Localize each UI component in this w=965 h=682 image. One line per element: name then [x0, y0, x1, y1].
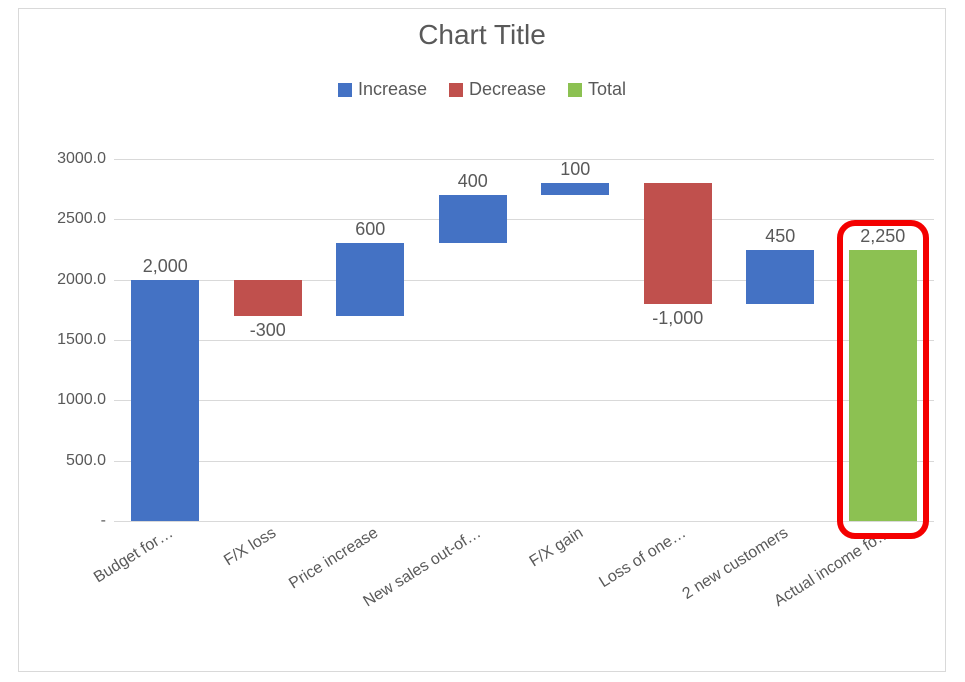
legend-label: Decrease [469, 79, 546, 100]
y-tick-label: 2000.0 [26, 271, 114, 289]
y-tick-label: 3000.0 [26, 150, 114, 168]
waterfall-column: -300F/X loss [234, 159, 302, 521]
legend-swatch-increase [338, 83, 352, 97]
waterfall-column: -1,000Loss of one… [644, 159, 712, 521]
chart-frame: Chart Title Increase Decrease Total -500… [18, 8, 946, 672]
bar-increase [541, 183, 609, 195]
bar-value-label: -300 [250, 320, 286, 341]
x-tick-label: F/X loss [221, 524, 280, 570]
y-tick-label: 2500.0 [26, 210, 114, 228]
bar-value-label: 600 [355, 219, 385, 240]
plot-area: -500.01000.01500.02000.02500.03000.02,00… [114, 159, 934, 522]
x-tick-label: Budget for… [91, 524, 177, 587]
x-tick-label: F/X gain [527, 524, 587, 571]
bar-increase [131, 280, 199, 521]
legend-item-decrease: Decrease [449, 79, 546, 100]
annotation-highlight-box [837, 220, 929, 540]
x-tick-label: Loss of one… [596, 524, 689, 592]
waterfall-column: 2,000Budget for… [131, 159, 199, 521]
y-tick-label: 500.0 [26, 452, 114, 470]
legend-label: Total [588, 79, 626, 100]
bar-value-label: -1,000 [652, 308, 703, 329]
bar-increase [336, 243, 404, 315]
legend-swatch-total [568, 83, 582, 97]
y-tick-label: 1000.0 [26, 391, 114, 409]
legend-label: Increase [358, 79, 427, 100]
legend-swatch-decrease [449, 83, 463, 97]
bar-decrease [644, 183, 712, 304]
bar-value-label: 100 [560, 159, 590, 180]
bar-increase [439, 195, 507, 243]
bar-decrease [234, 280, 302, 316]
chart-title: Chart Title [19, 19, 945, 51]
legend-item-increase: Increase [338, 79, 427, 100]
waterfall-column: 100F/X gain [541, 159, 609, 521]
y-tick-label: - [26, 512, 114, 530]
waterfall-column: 4502 new customers [746, 159, 814, 521]
bar-value-label: 400 [458, 171, 488, 192]
bar-value-label: 450 [765, 226, 795, 247]
x-tick-label: Price increase [286, 524, 382, 593]
bar-increase [746, 250, 814, 304]
gridline [114, 521, 934, 522]
waterfall-column: 400New sales out-of… [439, 159, 507, 521]
waterfall-column: 600Price increase [336, 159, 404, 521]
legend-item-total: Total [568, 79, 626, 100]
legend: Increase Decrease Total [19, 79, 945, 100]
bar-value-label: 2,000 [143, 256, 188, 277]
y-tick-label: 1500.0 [26, 331, 114, 349]
